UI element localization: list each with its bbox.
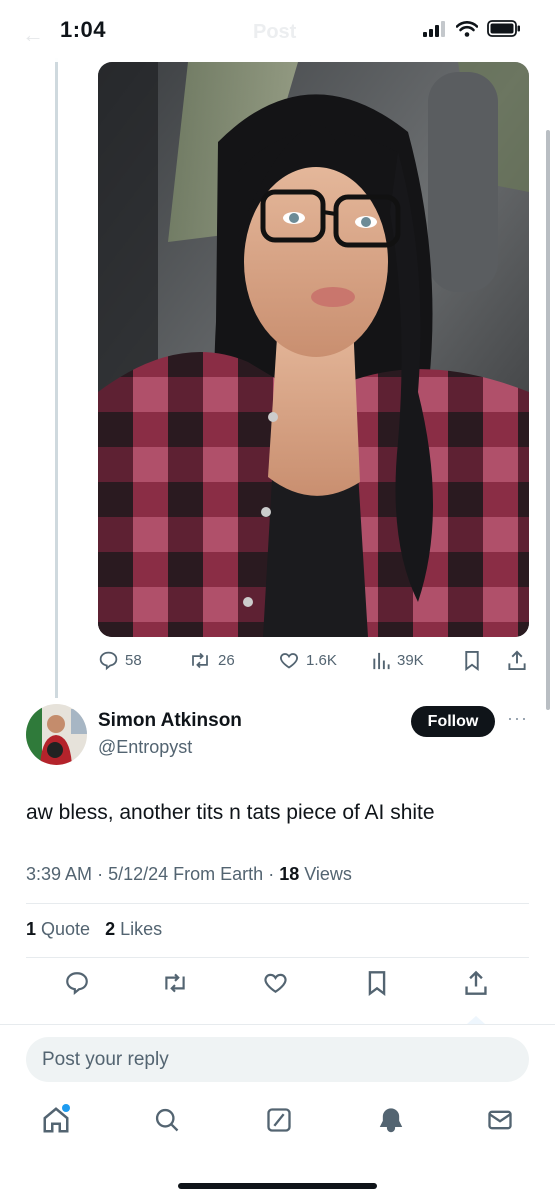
repost-icon	[192, 652, 208, 668]
wifi-icon	[456, 20, 478, 37]
divider	[26, 957, 529, 958]
post-actions: 58 26 1.6K 39K	[98, 645, 528, 675]
thread-connector-line	[55, 58, 58, 698]
views-action[interactable]: 39K	[371, 645, 424, 675]
reply-icon	[99, 651, 118, 670]
meta-separator: ·	[268, 864, 280, 884]
tab-grok[interactable]	[259, 1100, 299, 1140]
bottom-tab-bar	[0, 1100, 555, 1150]
bookmark-icon	[465, 650, 479, 671]
home-indicator[interactable]	[178, 1183, 377, 1189]
repost-count: 26	[218, 651, 235, 669]
grok-icon	[267, 1108, 291, 1132]
reply-icon	[66, 972, 88, 996]
repost-button[interactable]	[161, 970, 189, 1001]
more-options-icon[interactable]: ···	[507, 708, 528, 729]
quotes-count: 1	[26, 919, 37, 939]
reply-author-handle[interactable]: @Entropyst	[98, 737, 192, 758]
bookmark-action[interactable]	[463, 645, 481, 675]
tab-messages[interactable]	[480, 1100, 520, 1140]
search-icon	[155, 1108, 179, 1132]
repost-icon	[165, 973, 185, 993]
analytics-icon	[373, 652, 390, 669]
heart-icon	[264, 973, 287, 993]
tab-home[interactable]	[36, 1100, 76, 1140]
reply-action[interactable]: 58	[98, 645, 142, 675]
status-time: 1:04	[60, 17, 107, 42]
reply-actions	[26, 970, 529, 1004]
notifications-icon	[379, 1108, 403, 1133]
divider	[26, 903, 529, 904]
back-arrow-icon[interactable]: ←	[22, 22, 44, 48]
like-action[interactable]: 1.6K	[278, 645, 337, 675]
share-action[interactable]	[507, 645, 527, 675]
post-date[interactable]: 5/12/24	[108, 864, 168, 884]
follow-button[interactable]: Follow	[411, 706, 495, 737]
cellular-signal-icon	[423, 20, 445, 37]
post-time[interactable]: 3:39 AM	[26, 864, 92, 884]
reply-input[interactable]	[42, 1048, 502, 1071]
views-count: 39K	[397, 651, 424, 669]
quotes-label: Quote	[41, 919, 91, 939]
quotes-stat[interactable]: 1 Quote	[26, 919, 90, 939]
reply-composer[interactable]	[26, 1037, 529, 1082]
like-button[interactable]	[262, 970, 289, 1001]
bookmark-icon	[368, 971, 386, 996]
heart-icon	[280, 652, 298, 669]
meta-separator: ·	[97, 864, 109, 884]
post-media-image[interactable]	[98, 62, 529, 637]
avatar[interactable]	[26, 704, 87, 765]
new-content-dot	[62, 1104, 70, 1112]
status-icons	[423, 20, 521, 37]
views-count-bold: 18	[279, 864, 300, 884]
status-bar: ← Post 1:04	[0, 0, 555, 62]
likes-stat[interactable]: 2 Likes	[105, 919, 162, 939]
share-icon	[465, 970, 487, 995]
reply-count: 58	[125, 651, 142, 669]
reply-button[interactable]	[64, 970, 90, 1001]
views-label: Views	[304, 864, 352, 884]
like-count: 1.6K	[306, 651, 337, 669]
repost-action[interactable]: 26	[188, 645, 235, 675]
bookmark-button[interactable]	[366, 970, 388, 1001]
share-caret	[467, 1016, 485, 1024]
scrollbar[interactable]	[546, 130, 550, 710]
battery-icon	[487, 20, 520, 37]
share-icon	[508, 650, 526, 670]
likes-count: 2	[105, 919, 116, 939]
header-title: Post	[253, 21, 297, 43]
tab-notifications[interactable]	[371, 1100, 411, 1140]
reply-body-text: aw bless, another tits n tats piece of A…	[26, 801, 435, 824]
likes-label: Likes	[120, 919, 163, 939]
reply-author-name[interactable]: Simon Atkinson	[98, 710, 242, 732]
share-button[interactable]	[464, 970, 488, 1001]
engagement-stats: 1 Quote 2 Likes	[26, 919, 162, 940]
selfie-illustration	[98, 62, 529, 637]
messages-icon	[488, 1110, 512, 1130]
post-source: From Earth	[173, 864, 264, 884]
divider	[0, 1024, 555, 1025]
tab-search[interactable]	[147, 1100, 187, 1140]
post-metadata: 3:39 AM · 5/12/24 From Earth · 18 Views	[26, 864, 352, 885]
